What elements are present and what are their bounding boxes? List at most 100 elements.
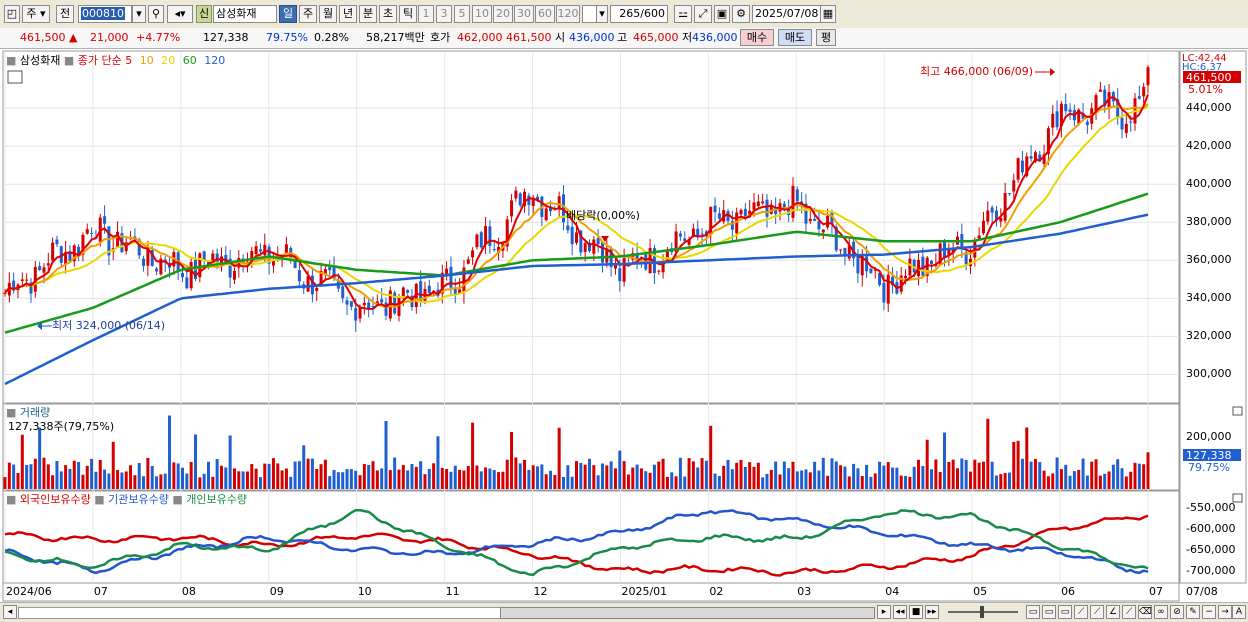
period-selector[interactable]: 주 ▾	[22, 5, 50, 23]
candle-body	[1120, 117, 1124, 130]
stock-code-input[interactable]: 000810	[78, 5, 132, 23]
search-icon[interactable]: ⚲	[148, 5, 164, 23]
trend-tool-icon[interactable]: ⟋	[1074, 605, 1088, 619]
interval-dropdown-icon[interactable]: ▾	[596, 5, 608, 23]
draw-tool-icon[interactable]: ⤢	[694, 5, 712, 23]
tab-week[interactable]: 주	[299, 5, 317, 23]
volume-panel-close-icon[interactable]	[1232, 406, 1243, 416]
chart-canvas[interactable]	[0, 49, 1248, 602]
interval-3[interactable]: 3	[436, 5, 452, 23]
legend-individual[interactable]: 개인보유수량	[186, 493, 247, 506]
legend-ma-title[interactable]: 종가 단순	[78, 54, 122, 67]
volume-bar	[462, 470, 466, 489]
tab-year[interactable]: 년	[339, 5, 357, 23]
code-dropdown-icon[interactable]: ▾	[132, 5, 146, 23]
legend-ma-10[interactable]: 10	[140, 54, 154, 67]
stop-icon[interactable]: ■	[909, 605, 923, 619]
scroll-thumb[interactable]	[500, 607, 875, 619]
volume-bar	[202, 473, 206, 489]
text-tool-icon[interactable]: A	[1232, 605, 1246, 619]
candle-body	[977, 235, 981, 239]
date-input[interactable]: 2025/07/08	[752, 5, 822, 23]
legend-ma-20[interactable]: 20	[161, 54, 175, 67]
stock-code-value: 000810	[81, 7, 125, 20]
stock-name-field[interactable]: 삼성화재	[213, 5, 277, 23]
volume-bar	[410, 463, 414, 489]
volume-bar	[722, 465, 726, 489]
volume-bar	[90, 458, 94, 489]
evaluation-button[interactable]: 평	[816, 29, 836, 46]
volume-ytick: 200,000	[1186, 430, 1232, 443]
chart-scrollbar[interactable]: ◂ ▸ ◂◂ ■ ▸▸ ▭ ▭ ▭ ⟋ ⟋ ∠ ⟋ ⌫ ∞ ⊘ ✎ − → A	[0, 602, 1248, 622]
candle-body	[813, 218, 817, 221]
candle-body	[544, 208, 548, 221]
candle-body	[38, 266, 42, 270]
volume-bar	[206, 461, 210, 489]
panel-menu-icon[interactable]	[7, 70, 23, 84]
interval-120[interactable]: 120	[556, 5, 580, 23]
tab-tick[interactable]: 틱	[399, 5, 417, 23]
interval-10[interactable]: 10	[472, 5, 492, 23]
volume-bar	[224, 467, 228, 489]
legend-ma-60[interactable]: 60	[183, 54, 197, 67]
scroll-right-icon[interactable]: ▸	[877, 605, 891, 619]
legend-ma-5[interactable]: 5	[125, 54, 132, 67]
volume-bar	[748, 462, 752, 489]
gear-icon[interactable]: ⚙	[732, 5, 750, 23]
eraser-icon[interactable]: ⌫	[1138, 605, 1152, 619]
legend-foreign[interactable]: 외국인보유수량	[20, 493, 91, 506]
volume-bar	[895, 467, 899, 489]
candle-body	[254, 246, 258, 255]
interval-5[interactable]: 5	[454, 5, 470, 23]
save-icon[interactable]: ▣	[714, 5, 730, 23]
tab-month[interactable]: 월	[319, 5, 337, 23]
sell-button[interactable]: 매도	[778, 29, 812, 46]
buy-button[interactable]: 매수	[740, 29, 774, 46]
legend-stock-name[interactable]: 삼성화재	[20, 54, 60, 67]
candle-body	[865, 256, 869, 272]
candle-body	[20, 279, 24, 282]
line-tool-icon[interactable]: ⟋	[1090, 605, 1104, 619]
prev-button[interactable]: 전	[56, 5, 74, 23]
minus-icon[interactable]: −	[1202, 605, 1216, 619]
volume-title-text[interactable]: 거래량	[20, 406, 50, 419]
arrow-icon[interactable]: →	[1218, 605, 1232, 619]
x-axis-label: 07	[93, 585, 108, 598]
interval-1[interactable]: 1	[418, 5, 434, 23]
calendar-icon[interactable]: ▦	[820, 5, 836, 23]
interval-60[interactable]: 60	[535, 5, 555, 23]
volume-bar	[964, 459, 968, 489]
legend-institution[interactable]: 기관보유수량	[108, 493, 169, 506]
angle-tool-icon[interactable]: ∠	[1106, 605, 1120, 619]
interval-20[interactable]: 20	[493, 5, 513, 23]
pen-icon[interactable]: ✎	[1186, 605, 1200, 619]
layout-2-icon[interactable]: ▭	[1042, 605, 1056, 619]
volume-bar	[618, 450, 622, 489]
legend-ma-120[interactable]: 120	[204, 54, 225, 67]
speaker-icon[interactable]: ◂▾	[167, 5, 193, 23]
window-icon[interactable]: ◰	[4, 5, 20, 23]
volume-bar	[185, 473, 189, 489]
volume-bar	[306, 458, 310, 489]
zoom-slider-handle[interactable]	[980, 606, 984, 618]
volume-bar	[245, 471, 249, 489]
rewind-icon[interactable]: ◂◂	[893, 605, 907, 619]
candle-body	[90, 232, 94, 234]
candle-body	[362, 302, 366, 306]
link-icon[interactable]: ∞	[1154, 605, 1168, 619]
tab-minute[interactable]: 분	[359, 5, 377, 23]
chart-settings-icon[interactable]: ⚍	[674, 5, 692, 23]
hide-icon[interactable]: ⊘	[1170, 605, 1184, 619]
layout-1-icon[interactable]: ▭	[1026, 605, 1040, 619]
tab-second[interactable]: 초	[379, 5, 397, 23]
fan-tool-icon[interactable]: ⟋	[1122, 605, 1136, 619]
tab-day[interactable]: 일	[279, 5, 297, 23]
chart-area[interactable]: ■ 삼성화재 ■ 종가 단순 5 10 20 60 120 최고 466,000…	[0, 49, 1248, 621]
volume-bar	[639, 468, 643, 489]
interval-30[interactable]: 30	[514, 5, 534, 23]
candle-body	[821, 229, 825, 233]
fast-forward-icon[interactable]: ▸▸	[925, 605, 939, 619]
scroll-left-icon[interactable]: ◂	[3, 605, 17, 619]
count-input[interactable]: 265/600	[610, 5, 668, 23]
layout-3-icon[interactable]: ▭	[1058, 605, 1072, 619]
